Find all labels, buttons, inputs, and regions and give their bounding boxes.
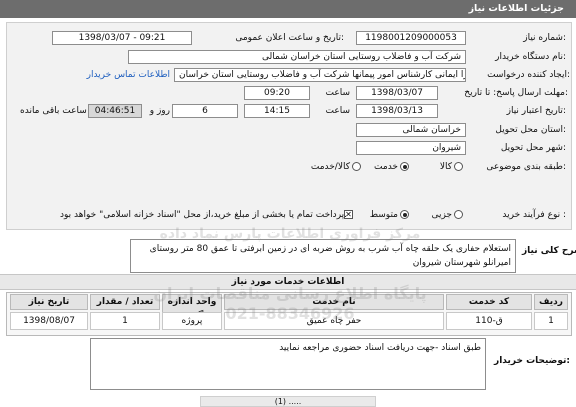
footer-bar: (1) ..... [200,396,376,407]
buyer-notes-label: توضیحات خریدار: [494,356,570,366]
reply-deadline-date: 1398/03/07 [356,86,438,100]
buyer-notes-field: طبق اسناد -جهت دریافت اسناد حضوری مراجعه… [90,338,486,390]
validity-label: تاریخ اعتبار نیاز: [506,106,566,116]
summary-field: استعلام حفاری یک حلقه چاه آب شرب به روش … [130,239,516,273]
category-service-radio[interactable] [400,162,409,171]
watermark-line1: مرکز فراوری اطلاعات پارس نماد داده [159,226,421,242]
watermark-phone: 021-88346926 [225,304,355,323]
col-row-header: ردیف [534,294,568,310]
category-label: طبقه بندی موضوعی: [486,162,566,172]
buyer-org-field: شرکت آب و فاضلاب روستایی استان خراسان شم… [128,50,466,64]
process-type-label: نوع فرآیند خرید : [502,210,566,220]
category-both-radio[interactable] [352,162,361,171]
announce-date-label: تاریخ و ساعت اعلان عمومی: [235,33,344,43]
buyer-contact-link[interactable]: اطلاعات تماس خریدار [68,68,170,82]
category-both-label: کالا/خدمت [310,162,350,172]
reply-deadline-time: 09:20 [244,86,310,100]
city-field: شیروان [356,141,466,155]
remaining-time: 04:46:51 [88,104,142,118]
table-cell-code: ق-110 [446,312,532,330]
validity-time-label: ساعت [325,106,351,116]
process-minor-label: جزیی [431,210,452,220]
validity-time: 14:15 [244,104,310,118]
process-medium-label: متوسط [369,210,398,220]
days-label: روز و [149,106,170,116]
requester-label: ایجاد کننده درخواست: [487,70,570,80]
need-number-label: شماره نیاز: [523,33,566,43]
reply-deadline-label: مهلت ارسال پاسخ: تا تاریخ: [464,88,568,98]
province-label: استان محل تحویل: [495,125,566,135]
table-row: 1 [534,312,568,330]
category-goods-radio[interactable] [454,162,463,171]
remaining-days: 6 [172,104,238,118]
announce-date-field: 1398/03/07 - 09:21 [52,31,192,45]
city-label: شهر محل تحویل: [500,143,566,153]
category-goods-label: کالا [439,162,452,172]
watermark-line2: پایگاه اطلاع رسانی مناقصات ایران [153,284,427,303]
summary-label: شرح کلی نیاز: [522,246,576,256]
need-number-field: 1198001209000053 [356,31,466,45]
table-cell-date: 1398/08/07 [10,312,88,330]
remaining-time-label: ساعت باقی مانده [20,106,87,116]
reply-deadline-time-label: ساعت [325,88,351,98]
process-minor-radio[interactable] [454,210,463,219]
validity-date: 1398/03/13 [356,104,438,118]
buyer-org-label: نام دستگاه خریدار: [495,52,566,62]
treasury-note: پرداخت تمام یا بخشی از مبلغ خرید،از محل … [60,210,347,220]
page-title: جزئیات اطلاعات نیاز [0,0,576,18]
col-date-header: تاریخ نیاز [10,294,88,310]
table-cell-qty: 1 [90,312,160,330]
process-medium-radio[interactable] [400,210,409,219]
category-service-label: خدمت [374,162,398,172]
requester-field: زهرا ایمانی کارشناس امور پیمانها شرکت آب… [174,68,466,82]
col-code-header: کد خدمت [446,294,532,310]
province-field: خراسان شمالی [356,123,466,137]
